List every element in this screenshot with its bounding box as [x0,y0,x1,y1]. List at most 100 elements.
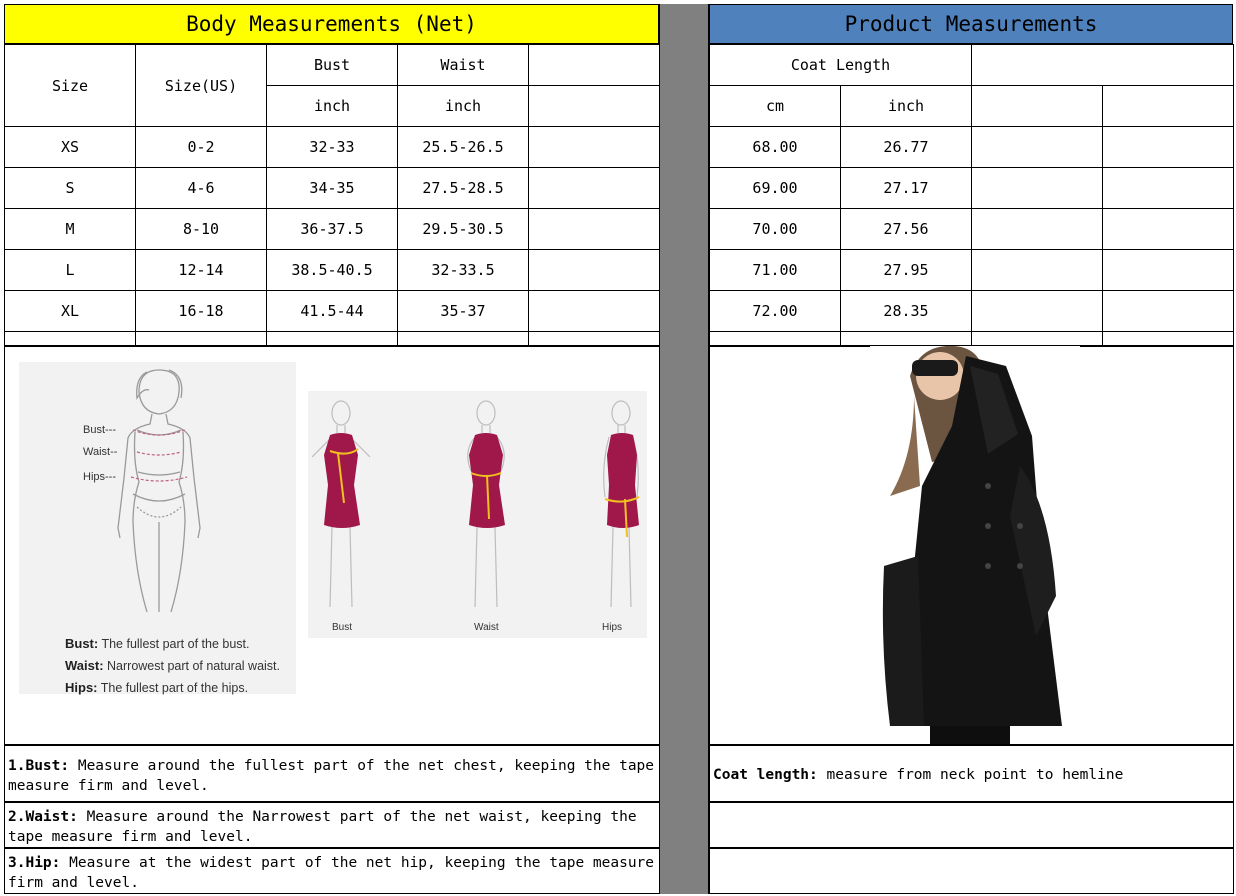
cell-cm: 68.00 [709,126,841,168]
empty-cell [1102,208,1234,250]
empty-cell [1102,167,1234,209]
figure-waist [467,400,505,608]
divider-column [659,4,709,894]
table-row: XL 16-18 41.5-44 35-37 [4,290,660,332]
body-measurements-table: Size Size(US) Bust Waist inch inch XS 0-… [4,44,660,347]
note-coat-length: Coat length: measure from neck point to … [709,745,1234,802]
cell-size: XS [4,126,136,168]
cell-size-us: 8-10 [135,208,267,250]
note-hip-text: Measure at the widest part of the net hi… [8,855,655,891]
note-waist-text: Measure around the Narrowest part of the… [8,809,637,845]
product-measurements-header: Product Measurements [709,4,1233,44]
caption-term: Bust: [65,636,99,651]
body-measurements-header: Body Measurements (Net) [4,4,659,44]
unit-cm: cm [709,85,841,127]
table-row: 71.00 27.95 [709,249,1234,291]
table-row: 69.00 27.17 [709,167,1234,209]
table-row: S 4-6 34-35 27.5-28.5 [4,167,660,209]
col-size-us: Size(US) [135,44,267,127]
cell-waist: 35-37 [397,290,529,332]
table-row: M 8-10 36-37.5 29.5-30.5 [4,208,660,250]
empty-cell [528,208,660,250]
body-header-text: Body Measurements (Net) [186,12,477,36]
cell-inch: 27.95 [840,249,972,291]
unit-bust: inch [266,85,398,127]
figure-hips [603,400,640,608]
note-bust: 1.Bust: Measure around the fullest part … [4,745,660,802]
cell-cm: 70.00 [709,208,841,250]
cell-size: L [4,249,136,291]
caption-term: Hips: [65,680,98,695]
cell-size-us: 12-14 [135,249,267,291]
table-row: L 12-14 38.5-40.5 32-33.5 [4,249,660,291]
cell-size-us: 4-6 [135,167,267,209]
cell-inch: 27.17 [840,167,972,209]
cell-size: M [4,208,136,250]
empty-cell [1102,85,1234,127]
dress-measurement-figure: Bust Waist Hips [308,391,647,638]
cell-inch: 27.56 [840,208,972,250]
table-row: 72.00 28.35 [709,290,1234,332]
caption-waist: Waist: Narrowest part of natural waist. [65,658,280,673]
empty-cell [971,167,1103,209]
cell-waist: 32-33.5 [397,249,529,291]
note-bust-text: Measure around the fullest part of the n… [8,758,655,794]
empty-cell [1102,126,1234,168]
empty-cell [971,126,1103,168]
dress-figures-svg [311,400,640,608]
unit-waist: inch [397,85,529,127]
cell-size-us: 16-18 [135,290,267,332]
empty-cell [528,167,660,209]
product-measurements-table: Coat Length cm inch 68.00 26.77 69.00 27… [709,44,1234,347]
cell-size: S [4,167,136,209]
cell-inch: 28.35 [840,290,972,332]
cell-cm: 71.00 [709,249,841,291]
col-coat-length: Coat Length [709,44,972,86]
body-outline-svg [117,369,201,613]
cell-cm: 72.00 [709,290,841,332]
note-hip-term: 3.Hip: [8,855,61,871]
cell-inch: 26.77 [840,126,972,168]
note-waist: 2.Waist: Measure around the Narrowest pa… [4,802,660,848]
dress-label-bust: Bust [332,622,353,633]
cell-bust: 32-33 [266,126,398,168]
coat-product-photo [870,346,1080,744]
empty-cell [971,208,1103,250]
cell-waist: 25.5-26.5 [397,126,529,168]
empty-cell [1102,249,1234,291]
empty-cell [971,44,1234,86]
empty-cell [971,290,1103,332]
caption-text: The fullest part of the bust. [101,637,250,651]
table-row: XS 0-2 32-33 25.5-26.5 [4,126,660,168]
caption-text: Narrowest part of natural waist. [107,659,281,673]
cell-waist: 27.5-28.5 [397,167,529,209]
empty-note-cell [709,848,1234,894]
empty-cell [1102,290,1234,332]
note-coat-term: Coat length: [713,767,818,783]
product-header-text: Product Measurements [844,12,1098,36]
empty-cell [528,249,660,291]
dress-label-waist: Waist [474,622,499,633]
caption-text: The fullest part of the hips. [100,681,249,695]
empty-cell [528,126,660,168]
body-outline-figure: Bust--- Waist-- Hips--- Bust: The fulles… [19,362,296,695]
note-bust-term: 1.Bust: [8,758,70,774]
note-waist-term: 2.Waist: [8,809,78,825]
empty-cell [528,85,660,127]
cell-bust: 34-35 [266,167,398,209]
fig-label-bust: Bust--- [83,424,116,436]
fig-label-hips: Hips--- [83,471,116,483]
table-row: 70.00 27.56 [709,208,1234,250]
empty-cell [528,290,660,332]
cell-bust: 41.5-44 [266,290,398,332]
unit-inch: inch [840,85,972,127]
cell-size: XL [4,290,136,332]
figure-bust [311,400,371,608]
caption-hips: Hips: The fullest part of the hips. [65,680,248,695]
table-row: 68.00 26.77 [709,126,1234,168]
note-coat-text: measure from neck point to hemline [817,767,1124,783]
dress-label-hips: Hips [602,622,623,633]
empty-note-cell [709,802,1234,848]
empty-cell [528,44,660,86]
caption-term: Waist: [65,658,104,673]
